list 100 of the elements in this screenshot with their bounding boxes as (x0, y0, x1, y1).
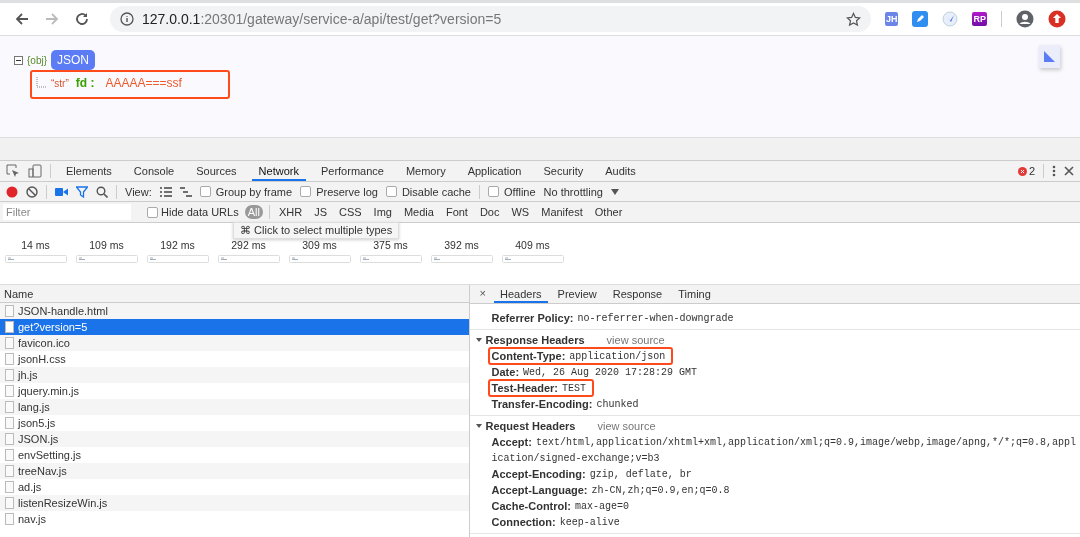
time-label: 14 ms (21, 239, 50, 251)
json-badge: JSON (51, 50, 96, 70)
back-icon[interactable] (14, 11, 30, 27)
time-label: 375 ms (373, 239, 408, 251)
star-icon[interactable] (845, 11, 861, 27)
waterfall-icon[interactable] (179, 186, 192, 197)
devtools-tab[interactable]: Performance (313, 161, 391, 181)
list-view-icon[interactable] (159, 186, 172, 197)
section-title[interactable]: Request Headers (485, 420, 576, 432)
type-filter[interactable]: Manifest (538, 205, 586, 219)
extension-icon[interactable]: RP (972, 12, 987, 26)
request-row[interactable]: jsonH.css (0, 351, 469, 367)
panel-toggle-button[interactable] (1039, 45, 1060, 68)
devtools-tab[interactable]: Elements (59, 161, 119, 181)
record-icon[interactable] (6, 185, 18, 198)
section-title[interactable]: Response Headers (485, 334, 585, 346)
close-button[interactable]: × (475, 285, 490, 303)
file-icon (5, 337, 14, 349)
clear-icon[interactable] (26, 185, 38, 198)
video-camera-icon[interactable] (55, 186, 68, 197)
inspect-icon[interactable] (6, 164, 20, 178)
reload-icon[interactable] (74, 11, 90, 27)
checkbox[interactable] (300, 186, 312, 197)
filter-field[interactable]: Filter (3, 204, 131, 220)
request-row[interactable]: jquery.min.js (0, 383, 469, 399)
time-label: 109 ms (89, 239, 124, 251)
column-header[interactable]: Name (0, 285, 469, 303)
type-filter[interactable]: JS (311, 205, 330, 219)
type-filter[interactable]: WS (508, 205, 533, 219)
info-icon[interactable] (120, 12, 134, 26)
option-label[interactable]: Group by frame (215, 185, 293, 198)
collapse-icon[interactable] (14, 55, 23, 65)
file-icon (5, 385, 14, 397)
header-name: Date: (491, 366, 520, 378)
detail-tab[interactable]: Response (606, 285, 669, 303)
request-row[interactable]: JSON.js (0, 431, 469, 447)
time-label: 292 ms (231, 239, 266, 251)
type-filter[interactable]: Img (370, 205, 395, 219)
devtools-tab[interactable]: Console (126, 161, 182, 181)
file-icon (5, 401, 14, 413)
error-count[interactable]: 2 (1028, 165, 1035, 177)
option-label[interactable]: Preserve log (316, 185, 378, 198)
type-filter[interactable]: Font (442, 205, 471, 219)
type-filter[interactable]: XHR (275, 205, 306, 219)
request-row[interactable]: jh.js (0, 367, 469, 383)
request-row[interactable]: listenResizeWin.js (0, 495, 469, 511)
type-filter[interactable]: Other (591, 205, 626, 219)
request-row[interactable]: treeNav.js (0, 463, 469, 479)
option-label[interactable]: Hide data URLs (161, 206, 239, 218)
header-name: Accept: (491, 436, 532, 448)
dropdown-caret-icon[interactable] (610, 188, 619, 195)
type-filter[interactable]: Media (400, 205, 437, 219)
devtools-tab[interactable]: Application (460, 161, 529, 181)
header-value: no-referrer-when-downgrade (577, 312, 734, 324)
checkbox[interactable] (199, 186, 211, 197)
device-icon[interactable] (28, 164, 42, 178)
search-icon[interactable] (96, 185, 108, 198)
request-row[interactable]: JSON-handle.html (0, 303, 469, 319)
filter-icon[interactable] (76, 185, 88, 198)
request-row[interactable]: get?version=5 (0, 319, 469, 335)
throttling-dropdown[interactable]: No throttling (543, 185, 603, 198)
request-row[interactable]: lang.js (0, 399, 469, 415)
request-row[interactable]: ad.js (0, 479, 469, 495)
checkbox[interactable] (385, 186, 397, 197)
request-row[interactable]: nav.js (0, 511, 469, 527)
devtools-tab[interactable]: Security (536, 161, 591, 181)
devtools-tab[interactable]: Audits (598, 161, 643, 181)
header-name: Content-Type: (491, 350, 566, 362)
request-row[interactable]: json5.js (0, 415, 469, 431)
detail-tab[interactable]: Timing (672, 285, 717, 303)
pen-icon[interactable] (912, 11, 929, 27)
checkbox[interactable] (488, 186, 499, 197)
file-icon (5, 465, 14, 477)
devtools-tab[interactable]: Memory (398, 161, 453, 181)
expand-triangle-icon[interactable] (475, 423, 482, 429)
expand-triangle-icon[interactable] (475, 337, 482, 343)
request-row[interactable]: envSetting.js (0, 447, 469, 463)
type-filter[interactable]: CSS (335, 205, 365, 219)
header-name: Test-Header: (491, 382, 558, 394)
view-source-link[interactable]: view source (606, 334, 665, 346)
option-label[interactable]: Offline (504, 185, 536, 198)
file-icon (5, 433, 14, 445)
type-filter[interactable]: Doc (476, 205, 503, 219)
view-source-link[interactable]: view source (597, 420, 656, 432)
header-value: Wed, 26 Aug 2020 17:28:29 GMT (523, 366, 698, 378)
profile-icon[interactable] (1016, 10, 1034, 28)
header-value: keep-alive (559, 516, 620, 528)
devtools-tab[interactable]: Sources (189, 161, 244, 181)
option-label[interactable]: Disable cache (401, 185, 471, 198)
detail-tab[interactable]: Preview (551, 285, 603, 303)
detail-tab[interactable]: Headers (494, 285, 548, 303)
address-bar[interactable]: 127.0.0.1:20301/gateway/service-a/api/test/get?version=5 (110, 6, 871, 32)
tooltip: ⌘ Click to select multiple types (233, 222, 400, 239)
more-icon[interactable] (1052, 165, 1056, 177)
request-row[interactable]: favicon.ico (0, 335, 469, 351)
error-icon (1017, 166, 1027, 176)
checkbox[interactable] (147, 206, 158, 218)
close-icon[interactable] (1064, 166, 1074, 176)
update-icon[interactable] (1048, 10, 1066, 28)
header-value: ication/signed-exchange;v=b3 (491, 452, 660, 464)
